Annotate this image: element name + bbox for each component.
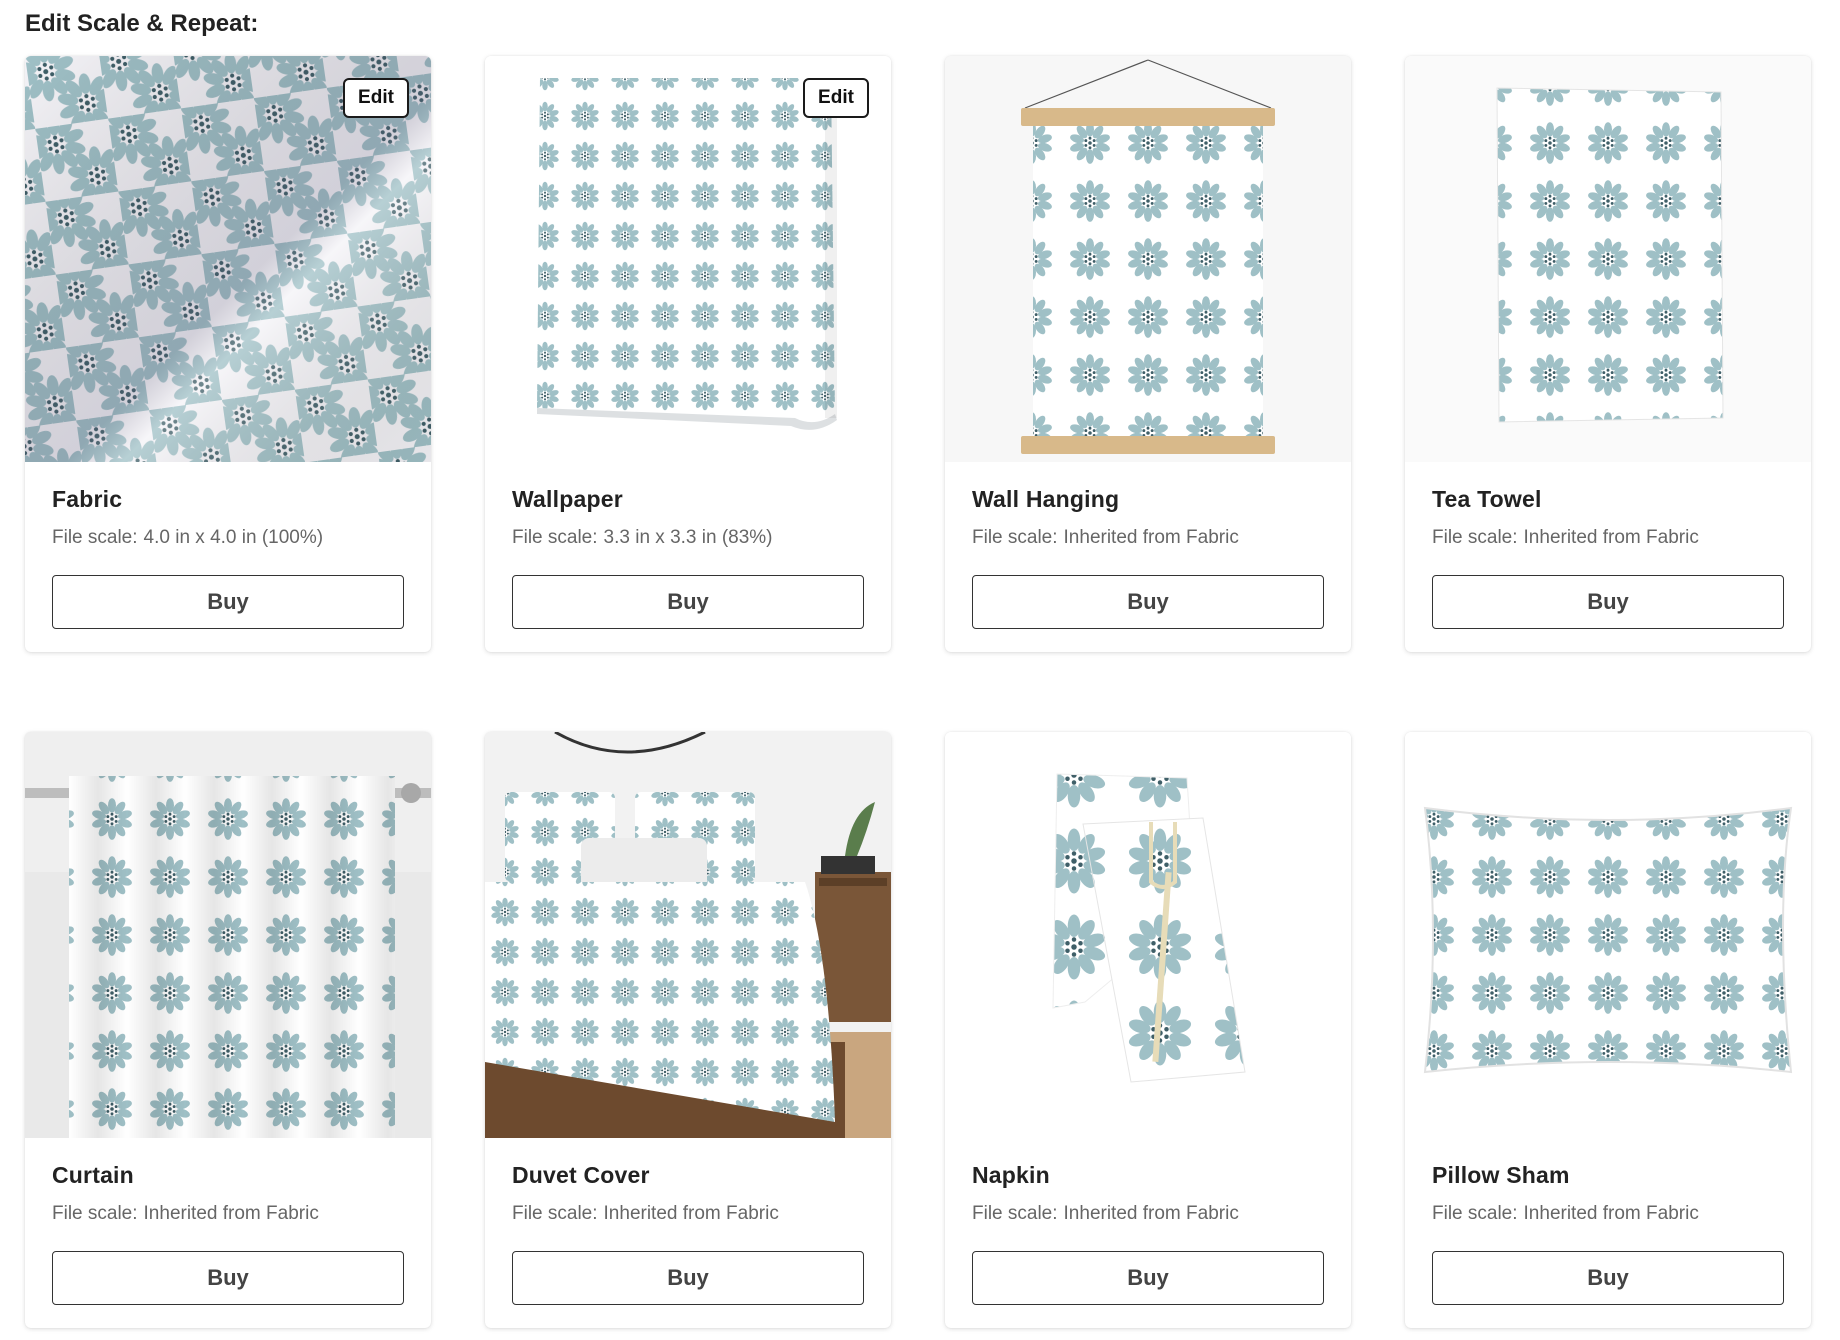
file-scale-value: Inherited from Fabric — [1523, 1203, 1699, 1224]
product-image-curtain[interactable] — [25, 732, 431, 1138]
file-scale-value: Inherited from Fabric — [1523, 527, 1699, 548]
file-scale-label: File scale: — [1432, 1203, 1518, 1224]
buy-button[interactable]: Buy — [512, 575, 864, 629]
file-scale-value: Inherited from Fabric — [1063, 1203, 1239, 1224]
product-grid: Edit Fabric File scale: 4.0 in x 4.0 in (… — [25, 56, 1815, 1336]
product-card-duvet-cover: Duvet Cover File scale: Inherited from Fa… — [485, 732, 891, 1328]
product-image-pillow-sham[interactable] — [1405, 732, 1811, 1138]
napkin-image — [945, 732, 1351, 1138]
buy-button[interactable]: Buy — [972, 575, 1324, 629]
curtain-image — [25, 732, 431, 1138]
file-scale-label: File scale: — [972, 527, 1058, 548]
file-scale-value: Inherited from Fabric — [143, 1203, 319, 1224]
file-scale-label: File scale: — [1432, 527, 1518, 548]
product-image-duvet-cover[interactable] — [485, 732, 891, 1138]
product-title: Napkin — [972, 1162, 1050, 1188]
file-scale: File scale: 4.0 in x 4.0 in (100%) — [52, 527, 323, 549]
tea-towel-image — [1405, 56, 1811, 462]
file-scale-label: File scale: — [52, 1203, 138, 1224]
product-image-wall-hanging[interactable] — [945, 56, 1351, 462]
page-heading: Edit Scale & Repeat: — [25, 10, 259, 37]
wall-hanging-image — [945, 56, 1351, 462]
product-title: Tea Towel — [1432, 486, 1542, 512]
file-scale: File scale: Inherited from Fabric — [972, 1203, 1239, 1225]
file-scale-value: 3.3 in x 3.3 in (83%) — [603, 527, 773, 548]
product-title: Curtain — [52, 1162, 134, 1188]
product-card-tea-towel: Tea Towel File scale: Inherited from Fabr… — [1405, 56, 1811, 652]
edit-button[interactable]: Edit — [343, 78, 409, 118]
product-title: Pillow Sham — [1432, 1162, 1570, 1188]
duvet-cover-image — [485, 732, 891, 1138]
edit-button[interactable]: Edit — [803, 78, 869, 118]
file-scale-value: Inherited from Fabric — [603, 1203, 779, 1224]
file-scale: File scale: Inherited from Fabric — [1432, 527, 1699, 549]
file-scale: File scale: Inherited from Fabric — [1432, 1203, 1699, 1225]
product-card-curtain: Curtain File scale: Inherited from Fabric… — [25, 732, 431, 1328]
file-scale-label: File scale: — [972, 1203, 1058, 1224]
buy-button[interactable]: Buy — [1432, 1251, 1784, 1305]
product-card-napkin: Napkin File scale: Inherited from Fabric … — [945, 732, 1351, 1328]
file-scale: File scale: 3.3 in x 3.3 in (83%) — [512, 527, 773, 549]
buy-button[interactable]: Buy — [512, 1251, 864, 1305]
product-image-napkin[interactable] — [945, 732, 1351, 1138]
file-scale-label: File scale: — [512, 1203, 598, 1224]
product-title: Wallpaper — [512, 486, 623, 512]
file-scale-label: File scale: — [52, 527, 138, 548]
buy-button[interactable]: Buy — [52, 575, 404, 629]
product-card-wall-hanging: Wall Hanging File scale: Inherited from F… — [945, 56, 1351, 652]
file-scale: File scale: Inherited from Fabric — [512, 1203, 779, 1225]
product-title: Duvet Cover — [512, 1162, 650, 1188]
pillow-sham-image — [1405, 732, 1811, 1138]
file-scale-label: File scale: — [512, 527, 598, 548]
file-scale-value: Inherited from Fabric — [1063, 527, 1239, 548]
file-scale-value: 4.0 in x 4.0 in (100%) — [143, 527, 324, 548]
file-scale: File scale: Inherited from Fabric — [972, 527, 1239, 549]
product-card-wallpaper: Edit Wallpaper File scale: 3.3 in x 3.3 i… — [485, 56, 891, 652]
file-scale: File scale: Inherited from Fabric — [52, 1203, 319, 1225]
buy-button[interactable]: Buy — [972, 1251, 1324, 1305]
product-title: Fabric — [52, 486, 123, 512]
product-title: Wall Hanging — [972, 486, 1120, 512]
product-image-tea-towel[interactable] — [1405, 56, 1811, 462]
product-card-pillow-sham: Pillow Sham File scale: Inherited from Fa… — [1405, 732, 1811, 1328]
product-card-fabric: Edit Fabric File scale: 4.0 in x 4.0 in (… — [25, 56, 431, 652]
buy-button[interactable]: Buy — [1432, 575, 1784, 629]
buy-button[interactable]: Buy — [52, 1251, 404, 1305]
